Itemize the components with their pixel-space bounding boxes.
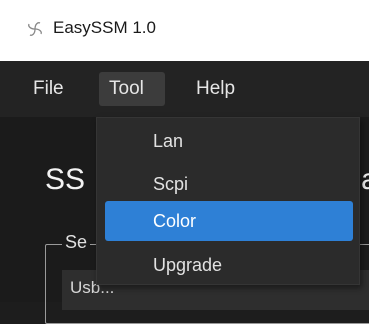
settings-group-label: Se (62, 232, 91, 253)
menu-item-lan[interactable]: Lan (105, 121, 353, 161)
page-heading-tail: a (361, 163, 369, 197)
menu-help[interactable]: Help (196, 72, 235, 106)
page-heading: SS (45, 163, 86, 196)
menu-file[interactable]: File (33, 72, 64, 106)
title-bar: EasySSM 1.0 (0, 0, 369, 61)
menu-tool[interactable]: Tool (99, 72, 165, 106)
menu-item-scpi[interactable]: Scpi (105, 164, 353, 204)
menu-item-color[interactable]: Color (105, 201, 353, 241)
menu-item-upgrade[interactable]: Upgrade (105, 245, 353, 285)
easyssm-pinwheel-icon (28, 22, 42, 36)
window-title: EasySSM 1.0 (53, 18, 156, 37)
